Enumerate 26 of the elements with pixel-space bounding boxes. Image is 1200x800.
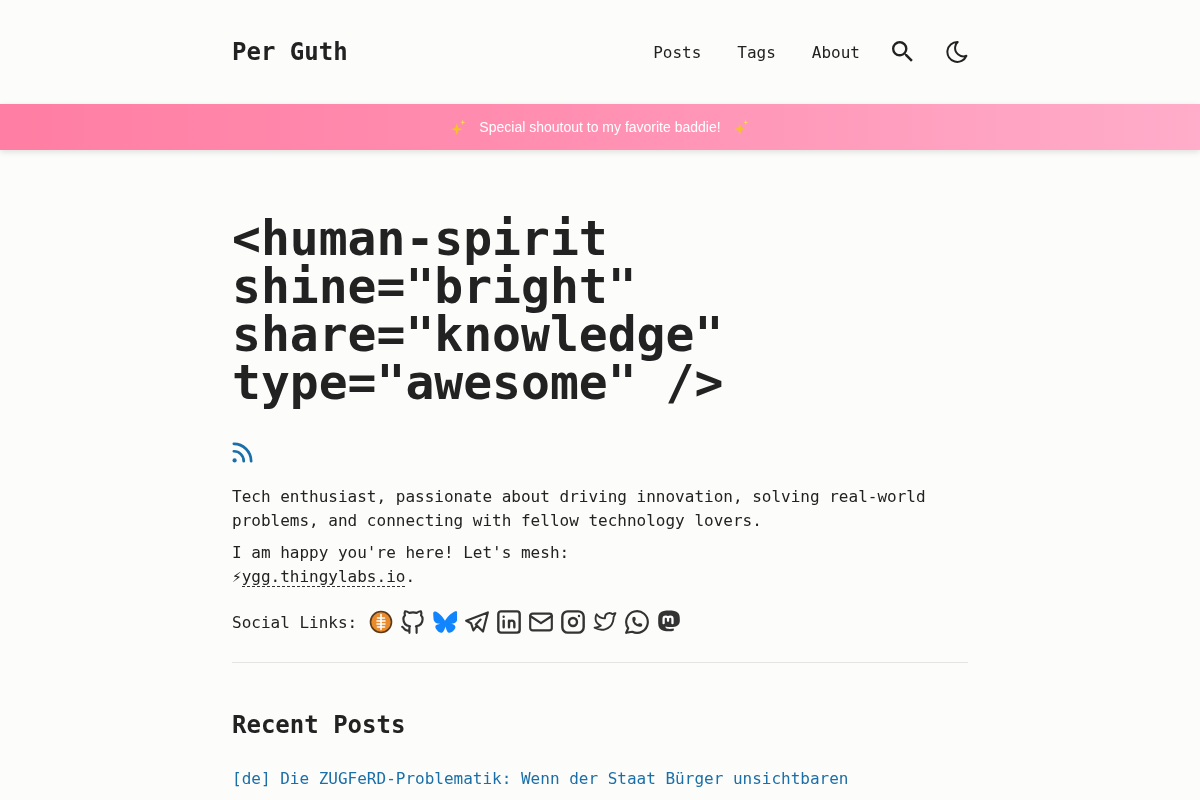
bird-icon[interactable] — [593, 610, 618, 634]
nav-link[interactable]: Posts — [653, 42, 702, 62]
cat-silhouette-icon[interactable] — [401, 610, 426, 634]
nav-link[interactable]: About — [811, 42, 860, 62]
paper-plane-icon[interactable] — [465, 610, 490, 634]
post-link[interactable]: [de] Die ZUGFeRD-Problematik: Wenn der Staat Bürger unsichtbaren — [232, 767, 968, 791]
banner-text: Special shoutout to my favorite baddie! — [478, 119, 722, 135]
camera-icon[interactable] — [561, 610, 586, 634]
site-title[interactable]: Per Guth — [232, 38, 348, 66]
moon-icon[interactable] — [946, 41, 968, 63]
mesh-link[interactable]: ygg.thingylabs.io — [241, 567, 406, 587]
letter-m-bubble-icon[interactable] — [657, 610, 682, 634]
bio-text: Tech enthusiast, passionate about driving innovation, solving real-world problems, and connecting with fellow technology lovers. — [232, 486, 927, 532]
mesh-text: I am happy you're here! Let's mesh: ⚡ygg.thingylabs.io. — [232, 542, 571, 589]
letters-in-square-icon[interactable] — [497, 610, 522, 634]
social-links-label: Social Links: — [232, 612, 358, 632]
nav-link[interactable]: Tags — [737, 42, 776, 62]
sparkles-icon — [732, 118, 750, 136]
envelope-icon[interactable] — [529, 610, 554, 634]
rss-icon[interactable] — [232, 442, 253, 463]
sparkles-icon — [450, 118, 468, 136]
search-icon[interactable] — [892, 41, 914, 63]
striped-disc-icon[interactable] — [369, 610, 394, 634]
phone-bubble-icon[interactable] — [625, 610, 650, 634]
butterfly-icon[interactable] — [433, 610, 458, 634]
section-heading: Recent Posts — [232, 710, 407, 741]
